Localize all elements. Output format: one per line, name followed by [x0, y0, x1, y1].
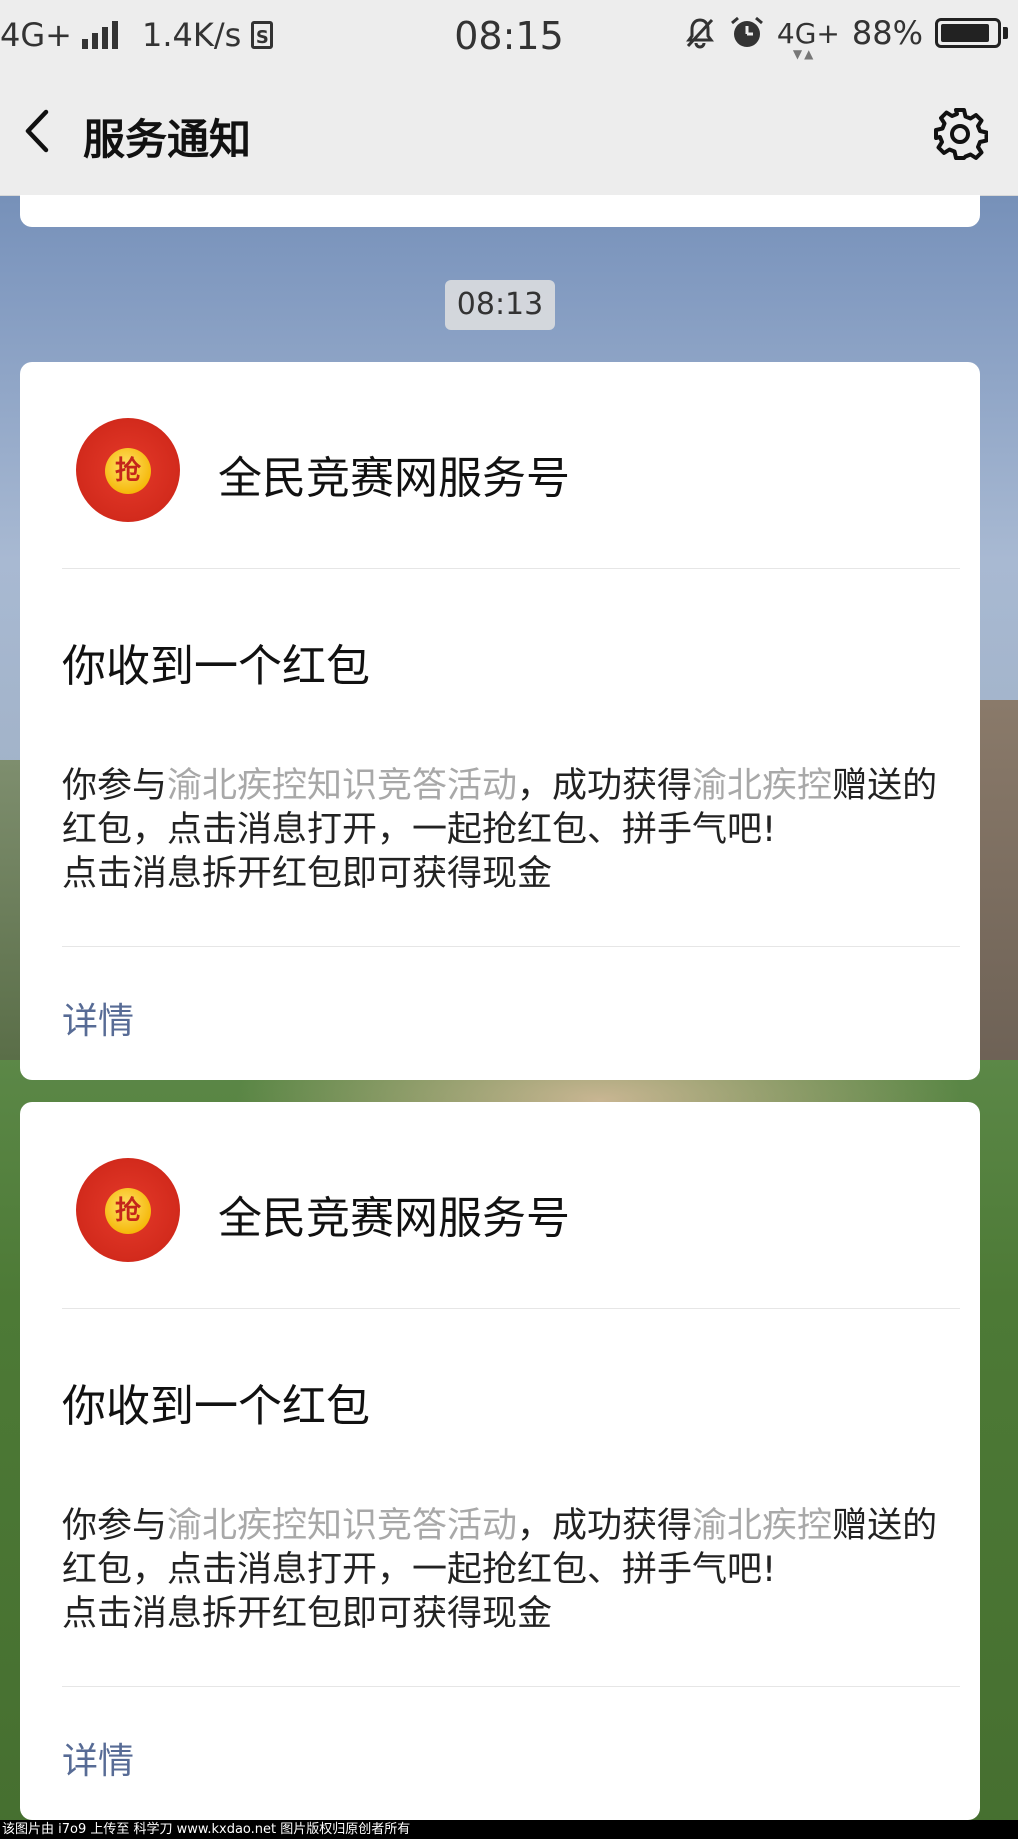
previous-message-card[interactable] [20, 195, 980, 227]
account-name: 全民竞赛网服务号 [218, 453, 570, 504]
header-divider [62, 1308, 960, 1309]
body-text: 你参与 [62, 766, 168, 806]
header-divider [62, 568, 960, 569]
account-avatar[interactable]: 抢 [76, 418, 180, 522]
message-timestamp: 08:13 [445, 280, 555, 330]
background-tree [0, 760, 22, 1060]
account-name: 全民竞赛网服务号 [218, 1193, 570, 1244]
red-envelope-coin-icon: 抢 [105, 1188, 151, 1234]
message-title: 你收到一个红包 [62, 641, 370, 692]
service-message-card[interactable]: 抢 全民竞赛网服务号 你收到一个红包 你参与渝北疾控知识竞答活动，成功获得渝北疾… [20, 1102, 980, 1820]
network-4g-indicator: 4G+ ▼▲ [776, 16, 840, 61]
message-body: 你参与渝北疾控知识竞答活动，成功获得渝北疾控赠送的红包，点击消息打开，一起抢红包… [62, 764, 942, 896]
message-title: 你收到一个红包 [62, 1381, 370, 1432]
body-highlight-activity: 渝北疾控知识竞答活动 [167, 766, 518, 806]
details-link[interactable]: 详情 [62, 992, 134, 1044]
status-bar: 4G+ 1.4K/s S 08:15 4G+ ▼▲ 88% [0, 0, 1018, 72]
body-highlight-sender: 渝北疾控 [692, 1506, 833, 1546]
account-avatar[interactable]: 抢 [76, 1158, 180, 1262]
footer-divider [62, 1686, 960, 1687]
status-right: 4G+ ▼▲ 88% [683, 14, 1008, 61]
data-arrows-icon: ▼▲ [792, 46, 816, 61]
card-header[interactable]: 抢 全民竞赛网服务号 [20, 1102, 980, 1308]
body-highlight-sender: 渝北疾控 [692, 766, 833, 806]
red-envelope-coin-icon: 抢 [105, 448, 151, 494]
alarm-clock-icon [730, 16, 763, 47]
navigation-bar: 服务通知 [0, 72, 1018, 196]
watermark-footer: 该图片由 i7o9 上传至 科学刀 www.kxdao.net 图片版权归原创者… [0, 1820, 1018, 1839]
body-text: 点击消息拆开红包即可获得现金 [62, 1594, 553, 1634]
battery-percent: 88% [851, 14, 923, 52]
back-arrow-icon[interactable] [16, 106, 66, 156]
body-text: ，成功获得 [517, 1506, 693, 1546]
details-link[interactable]: 详情 [62, 1732, 134, 1784]
network-type-label-right: 4G+ [776, 16, 840, 50]
body-highlight-activity: 渝北疾控知识竞答活动 [167, 1506, 518, 1546]
gear-icon[interactable] [932, 106, 988, 162]
body-text: ，成功获得 [517, 766, 693, 806]
page-title: 服务通知 [83, 115, 252, 164]
service-message-card[interactable]: 抢 全民竞赛网服务号 你收到一个红包 你参与渝北疾控知识竞答活动，成功获得渝北疾… [20, 362, 980, 1080]
card-header[interactable]: 抢 全民竞赛网服务号 [20, 362, 980, 568]
body-text: 你参与 [62, 1506, 168, 1546]
footer-divider [62, 946, 960, 947]
battery-icon [935, 18, 1008, 48]
message-body: 你参与渝北疾控知识竞答活动，成功获得渝北疾控赠送的红包，点击消息打开，一起抢红包… [62, 1504, 942, 1636]
body-text: 点击消息拆开红包即可获得现金 [62, 854, 553, 894]
mute-bell-icon [685, 18, 714, 49]
